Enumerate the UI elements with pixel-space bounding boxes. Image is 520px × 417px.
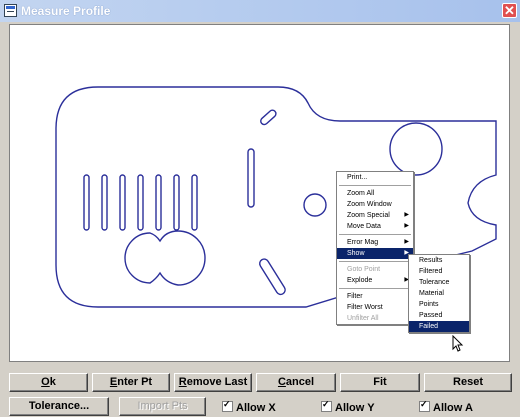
slot-angled-top xyxy=(260,109,277,126)
hole-large xyxy=(389,122,443,176)
submenu-item-filtered[interactable]: Filtered xyxy=(409,266,469,277)
submenu-item-failed[interactable]: Failed xyxy=(409,321,469,332)
checkbox-check-icon[interactable] xyxy=(419,399,430,412)
menu-item-explode[interactable]: Explode ▶ xyxy=(337,275,413,286)
slot-angled-bottom xyxy=(259,258,286,296)
checkbox-label: Allow Y xyxy=(335,402,375,414)
menu-item-filter[interactable]: Filter xyxy=(337,291,413,302)
remove-last-button[interactable]: Remove Last xyxy=(174,373,252,392)
menu-item-error-mag[interactable]: Error Mag ▶ xyxy=(337,237,413,248)
menu-item-move-data[interactable]: Move Data ▶ xyxy=(337,221,413,232)
menu-item-label: Filtered xyxy=(419,268,443,275)
menu-item-label: Print... xyxy=(347,174,368,181)
slot-tall xyxy=(247,148,255,208)
menu-item-label: Show xyxy=(347,250,365,257)
vertical-slots xyxy=(83,174,198,231)
show-submenu: Results Filtered Tolerance Material Points Pa… xyxy=(408,254,470,333)
submenu-arrow-icon: ▶ xyxy=(404,212,409,218)
menu-item-label: Error Mag xyxy=(347,239,379,246)
menu-item-label: Explode xyxy=(347,277,373,284)
menu-item-label: Filter xyxy=(347,293,363,300)
checkbox-check-icon[interactable] xyxy=(222,399,233,412)
figure-eight-hole xyxy=(124,230,206,286)
checkbox-label: Allow X xyxy=(236,402,276,414)
submenu-item-passed[interactable]: Passed xyxy=(409,310,469,321)
mouse-pointer-icon xyxy=(452,335,464,352)
menu-item-unfilter-all: Unfilter All xyxy=(337,313,413,324)
menu-item-filter-worst[interactable]: Filter Worst xyxy=(337,302,413,313)
close-button[interactable]: ✕ xyxy=(502,3,517,18)
submenu-arrow-icon: ▶ xyxy=(404,223,409,229)
menu-item-print[interactable]: Print... xyxy=(337,172,413,183)
menu-item-label: Material xyxy=(419,290,444,297)
import-pts-button: Import Pts xyxy=(119,397,206,416)
window-title: Measure Profile xyxy=(21,4,111,18)
menu-separator xyxy=(339,261,411,262)
checkbox-label: Allow A xyxy=(433,402,473,414)
menu-item-zoom-window[interactable]: Zoom Window xyxy=(337,199,413,210)
submenu-item-material[interactable]: Material xyxy=(409,288,469,299)
submenu-item-points[interactable]: Points xyxy=(409,299,469,310)
submenu-arrow-icon: ▶ xyxy=(404,239,409,245)
cancel-button[interactable]: Cancel xyxy=(256,373,336,392)
menu-item-goto-point: Goto Point xyxy=(337,264,413,275)
menu-item-label: Zoom Special xyxy=(347,212,390,219)
menu-separator xyxy=(339,234,411,235)
menu-item-label: Filter Worst xyxy=(347,304,383,311)
menu-item-label: Zoom All xyxy=(347,190,375,197)
menu-item-zoom-all[interactable]: Zoom All xyxy=(337,188,413,199)
menu-item-label: Results xyxy=(419,257,443,264)
menu-item-label: Passed xyxy=(419,312,443,319)
submenu-item-tolerance[interactable]: Tolerance xyxy=(409,277,469,288)
menu-separator xyxy=(339,288,411,289)
menu-item-label: Unfilter All xyxy=(347,315,379,322)
window-icon xyxy=(4,4,17,17)
submenu-item-results[interactable]: Results xyxy=(409,255,469,266)
fit-button[interactable]: Fit xyxy=(340,373,420,392)
enter-pt-button[interactable]: Enter Pt xyxy=(92,373,170,392)
checkbox-check-icon[interactable] xyxy=(321,399,332,412)
hole-small xyxy=(303,193,327,217)
allow-a-checkbox[interactable]: Allow A xyxy=(419,399,473,414)
allow-y-checkbox[interactable]: Allow Y xyxy=(321,399,375,414)
context-menu: Print... Zoom All Zoom Window Zoom Special ▶… xyxy=(336,171,414,325)
ok-button[interactable]: Ok xyxy=(9,373,88,392)
allow-x-checkbox[interactable]: Allow X xyxy=(222,399,276,414)
reset-button[interactable]: Reset xyxy=(424,373,512,392)
menu-item-label: Tolerance xyxy=(419,279,450,286)
menu-item-label: Move Data xyxy=(347,223,381,230)
title-bar: Measure Profile ✕ xyxy=(0,0,520,22)
menu-item-label: Zoom Window xyxy=(347,201,392,208)
menu-item-label: Points xyxy=(419,301,439,308)
menu-item-zoom-special[interactable]: Zoom Special ▶ xyxy=(337,210,413,221)
tolerance-button[interactable]: Tolerance... xyxy=(9,397,109,416)
menu-item-label: Failed xyxy=(419,323,439,330)
menu-separator xyxy=(339,185,411,186)
menu-item-show[interactable]: Show ▶ xyxy=(337,248,413,259)
menu-item-label: Goto Point xyxy=(347,266,381,273)
